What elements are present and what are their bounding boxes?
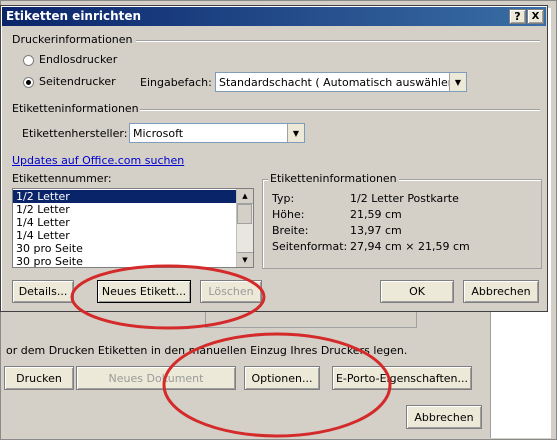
- highlight-annotations: [70, 264, 392, 438]
- highlight-ellipse-options: [162, 332, 392, 438]
- highlight-ellipse-new-label: [70, 264, 266, 330]
